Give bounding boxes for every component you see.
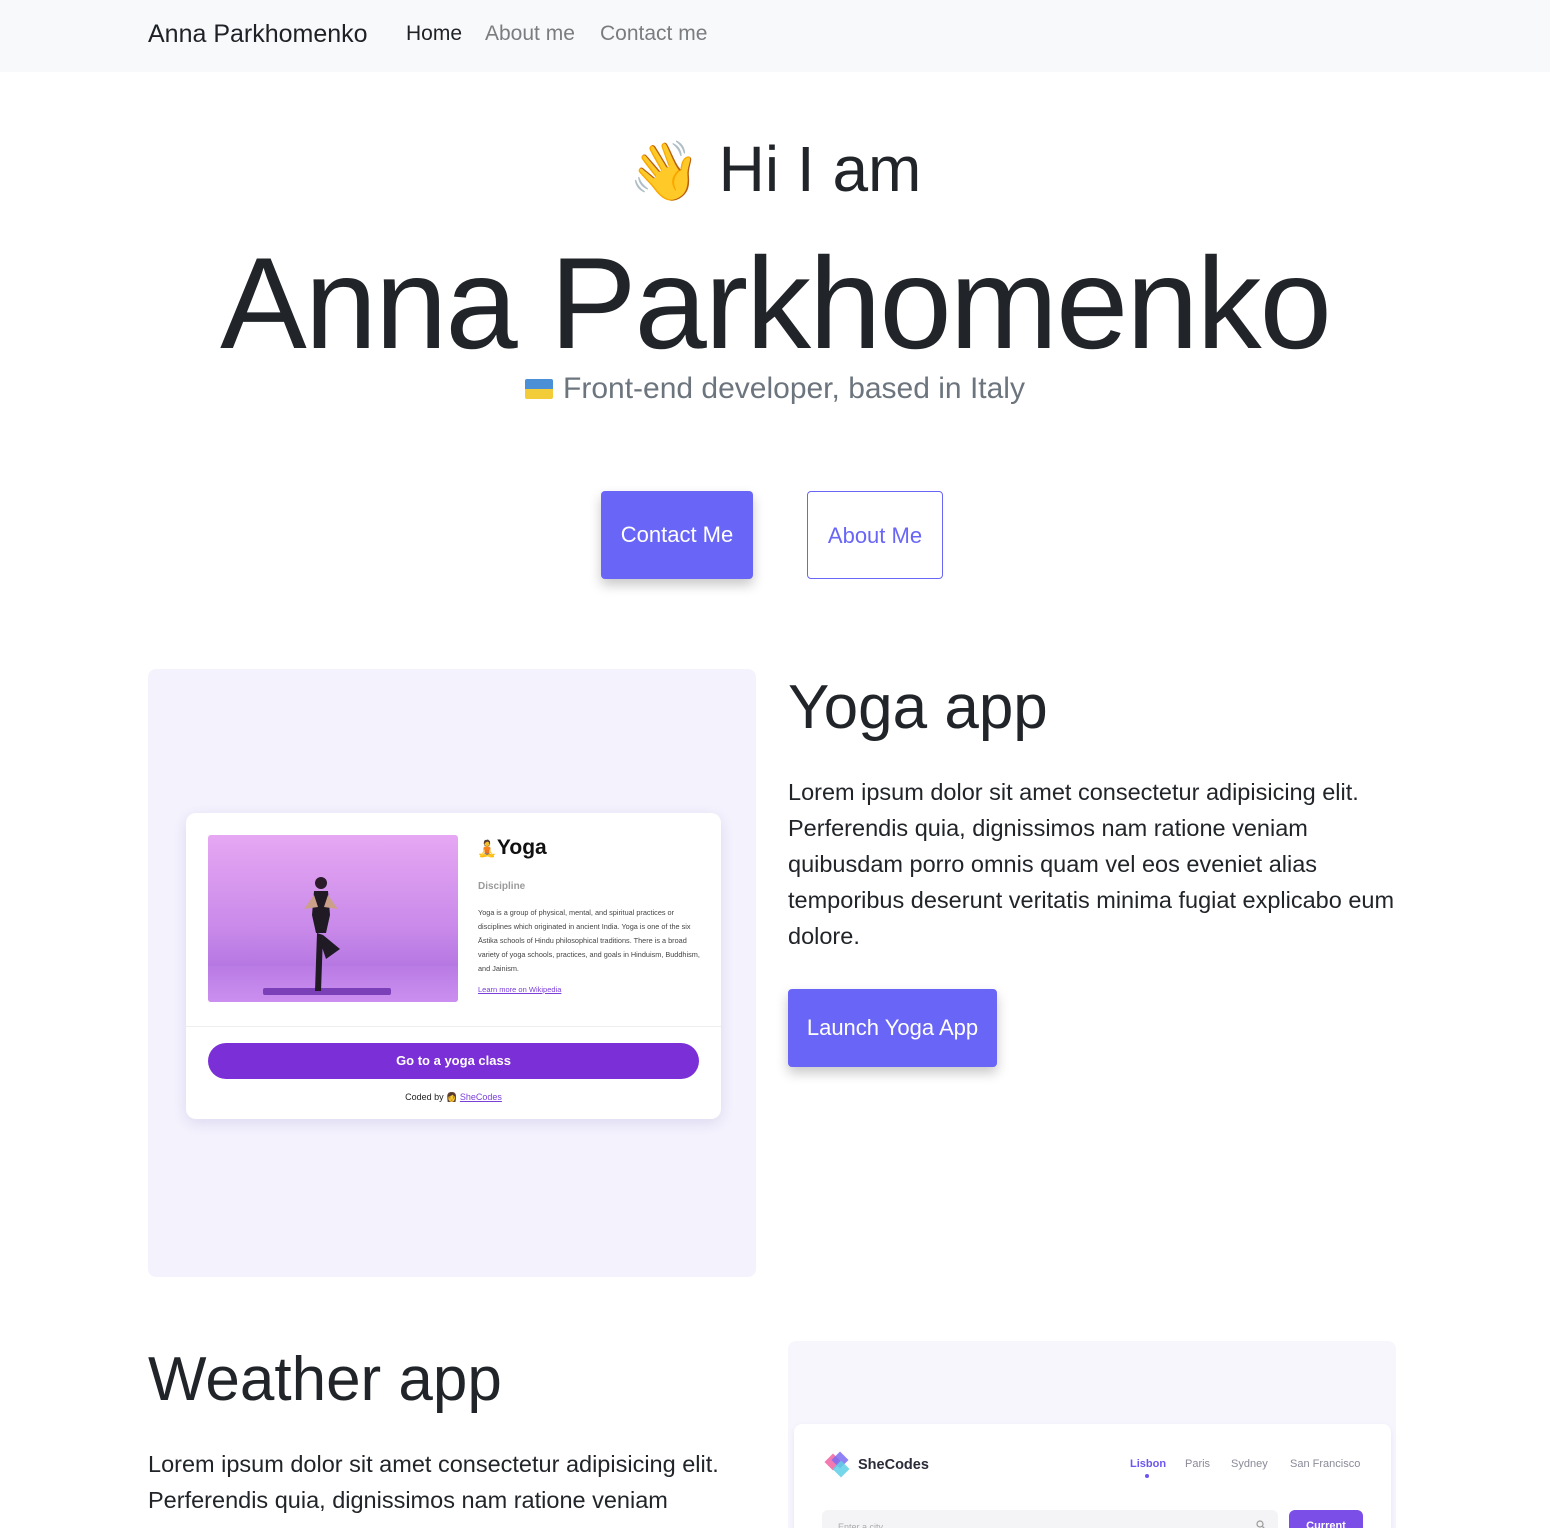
hero-name: Anna Parkhomenko: [220, 230, 1332, 376]
navbar-brand[interactable]: Anna Parkhomenko: [148, 20, 368, 49]
yoga-woman-figure: [304, 877, 340, 991]
city-link-sydney[interactable]: Sydney: [1231, 1458, 1268, 1470]
weather-description: Lorem ipsum dolor sit amet consectetur a…: [148, 1451, 719, 1513]
contact-me-button[interactable]: Contact Me: [601, 491, 753, 579]
about-me-button[interactable]: About Me: [807, 491, 943, 579]
city-link-lisbon[interactable]: Lisbon: [1130, 1458, 1166, 1470]
yoga-description: Lorem ipsum dolor sit amet consectetur a…: [788, 779, 1395, 949]
ukraine-flag-icon: [525, 379, 554, 399]
yoga-preview-label: Discipline: [478, 881, 526, 892]
nav-link-about[interactable]: About me: [485, 22, 575, 46]
city-search-input[interactable]: Enter a city: [822, 1510, 1278, 1528]
active-city-indicator: [1145, 1474, 1149, 1478]
current-location-button[interactable]: Current: [1289, 1510, 1363, 1528]
shecodes-link[interactable]: SheCodes: [460, 1092, 502, 1102]
weather-heading: Weather app: [148, 1345, 502, 1414]
yoga-class-button[interactable]: Go to a yoga class: [208, 1043, 699, 1079]
woman-emoji-icon: 👩: [446, 1092, 458, 1102]
hero-subtitle: Front-end developer, based in Italy: [0, 372, 1550, 406]
launch-yoga-button[interactable]: Launch Yoga App: [788, 989, 997, 1067]
yoga-coded-by: Coded by 👩 SheCodes: [186, 1092, 721, 1103]
city-link-paris[interactable]: Paris: [1185, 1458, 1210, 1470]
yoga-preview-text: Yoga is a group of physical, mental, and…: [478, 908, 700, 973]
search-icon: [1256, 1520, 1265, 1528]
shecodes-logo-icon: [824, 1451, 850, 1478]
yoga-preview-wiki-link[interactable]: Learn more on Wikipedia: [478, 985, 561, 994]
hero-greeting: 👋 Hi I am: [0, 132, 1550, 206]
hero-greeting-text: Hi I am: [718, 133, 922, 205]
yoga-preview-image: [208, 835, 458, 1002]
yoga-preview-divider: [186, 1026, 721, 1027]
yoga-heading: Yoga app: [788, 673, 1048, 742]
yoga-preview-title-text: Yoga: [496, 836, 547, 859]
navbar: Anna Parkhomenko Home About me Contact m…: [0, 0, 1550, 72]
yoga-preview-title: 🧘Yoga: [477, 836, 547, 860]
hero-subtitle-text: Front-end developer, based in Italy: [563, 372, 1025, 405]
nav-link-contact[interactable]: Contact me: [600, 22, 707, 46]
waving-hand-icon: 👋: [628, 139, 701, 204]
meditation-icon: 🧘: [477, 841, 497, 858]
coded-by-label: Coded by: [405, 1092, 444, 1102]
shecodes-logo-text: SheCodes: [858, 1457, 929, 1473]
nav-link-home[interactable]: Home: [406, 22, 462, 46]
city-link-san-francisco[interactable]: San Francisco: [1290, 1458, 1360, 1470]
